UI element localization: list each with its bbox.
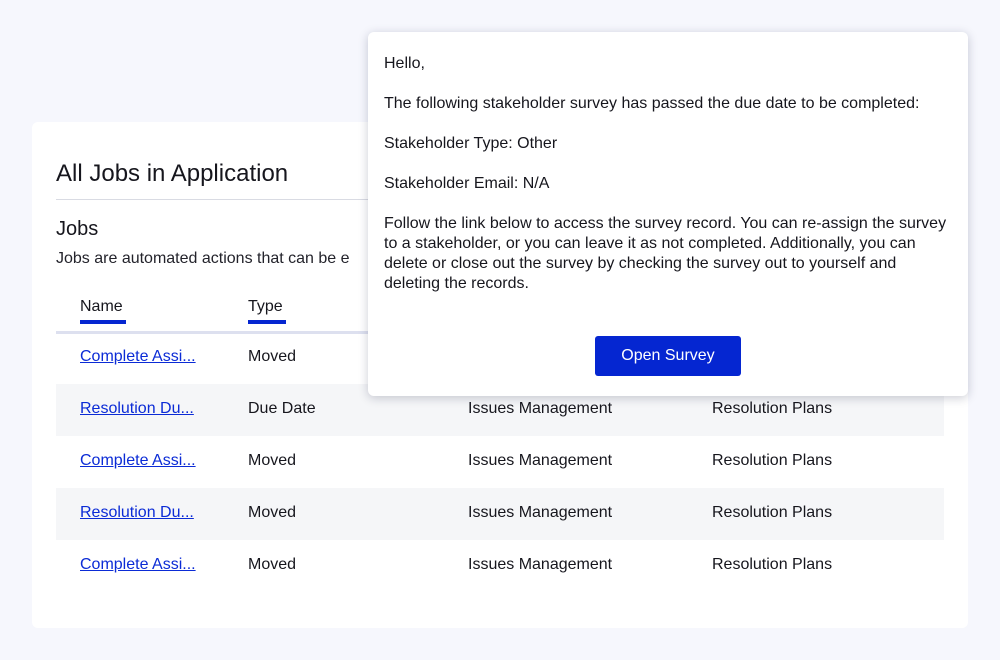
table-row: Complete Assi... Moved Issues Management… xyxy=(56,436,944,488)
job-name-link[interactable]: Resolution Du... xyxy=(80,504,206,522)
section-description: Jobs are automated actions that can be e xyxy=(56,250,350,267)
job-application: Issues Management xyxy=(468,452,613,469)
job-name-link[interactable]: Complete Assi... xyxy=(80,556,206,574)
job-name-link[interactable]: Complete Assi... xyxy=(80,452,206,470)
job-application: Issues Management xyxy=(468,504,613,521)
job-application: Issues Management xyxy=(468,400,613,417)
stakeholder-email: Stakeholder Email: N/A xyxy=(384,175,550,192)
column-header-name[interactable]: Name xyxy=(80,298,126,324)
job-type: Due Date xyxy=(248,400,316,417)
job-module: Resolution Plans xyxy=(712,504,833,521)
table-row: Complete Assi... Moved Issues Management… xyxy=(56,540,944,592)
job-type: Moved xyxy=(248,452,297,469)
email-preview-popup: Hello, The following stakeholder survey … xyxy=(368,32,968,396)
sort-indicator xyxy=(80,320,126,324)
page-title: All Jobs in Application xyxy=(56,160,289,187)
job-module: Resolution Plans xyxy=(712,556,833,573)
job-module: Resolution Plans xyxy=(712,400,833,417)
sort-indicator xyxy=(248,320,286,324)
job-name-link[interactable]: Resolution Du... xyxy=(80,400,206,418)
email-greeting: Hello, xyxy=(384,55,425,72)
job-application: Issues Management xyxy=(468,556,613,573)
open-survey-button[interactable]: Open Survey xyxy=(595,336,741,376)
section-title: Jobs xyxy=(56,218,99,240)
job-module: Resolution Plans xyxy=(712,452,833,469)
job-type: Moved xyxy=(248,348,297,365)
job-type: Moved xyxy=(248,504,297,521)
job-name-link[interactable]: Complete Assi... xyxy=(80,348,206,366)
email-intro: The following stakeholder survey has pas… xyxy=(384,95,920,112)
stakeholder-type: Stakeholder Type: Other xyxy=(384,135,558,152)
job-type: Moved xyxy=(248,556,297,573)
column-header-type[interactable]: Type xyxy=(248,298,286,324)
email-instructions: Follow the link below to access the surv… xyxy=(384,215,947,292)
table-row: Resolution Du... Moved Issues Management… xyxy=(56,488,944,540)
